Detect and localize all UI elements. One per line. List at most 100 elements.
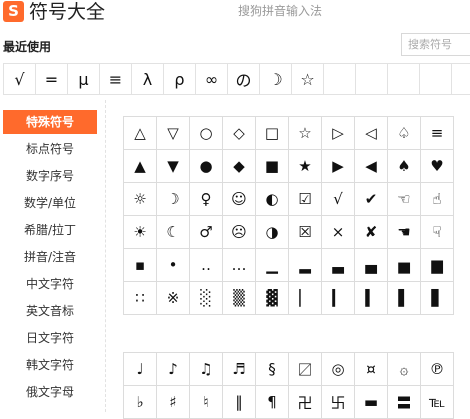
symbol-cell[interactable]: ☟: [421, 216, 454, 249]
symbol-cell[interactable]: ☾: [157, 216, 190, 249]
symbol-cell[interactable]: •: [157, 249, 190, 282]
sidebar-item[interactable]: 特殊符号: [3, 110, 97, 134]
symbol-cell[interactable]: ۞: [388, 353, 421, 386]
symbol-cell[interactable]: ▽: [157, 117, 190, 150]
symbol-cell[interactable]: ▏: [289, 282, 322, 315]
symbol-cell[interactable]: ▁: [256, 249, 289, 282]
symbol-cell[interactable]: §: [256, 353, 289, 386]
recent-symbol-cell[interactable]: λ: [132, 64, 164, 94]
symbol-cell[interactable]: ▂: [289, 249, 322, 282]
symbol-cell[interactable]: ♂: [190, 216, 223, 249]
symbol-cell[interactable]: ☼: [124, 183, 157, 216]
symbol-cell[interactable]: 卍: [289, 386, 322, 419]
symbol-cell[interactable]: ♀: [190, 183, 223, 216]
recent-symbol-cell[interactable]: √: [4, 64, 36, 94]
sidebar-item[interactable]: 拼音/注音: [3, 245, 97, 269]
symbol-cell[interactable]: ♯: [157, 386, 190, 419]
symbol-cell[interactable]: ‖: [223, 386, 256, 419]
symbol-cell[interactable]: ✔: [355, 183, 388, 216]
symbol-cell[interactable]: 〼: [289, 353, 322, 386]
sidebar-item[interactable]: 数学/单位: [3, 191, 97, 215]
symbol-cell[interactable]: ☺: [223, 183, 256, 216]
symbol-cell[interactable]: ♮: [190, 386, 223, 419]
recent-symbol-cell[interactable]: ☽: [260, 64, 292, 94]
recent-symbol-cell[interactable]: ≡: [100, 64, 132, 94]
symbol-cell[interactable]: ▒: [223, 282, 256, 315]
symbol-cell[interactable]: ☚: [388, 216, 421, 249]
symbol-cell[interactable]: ♫: [190, 353, 223, 386]
symbol-cell[interactable]: ◁: [355, 117, 388, 150]
sidebar-item[interactable]: 希腊/拉丁: [3, 218, 97, 242]
symbol-cell[interactable]: 卐: [322, 386, 355, 419]
symbol-cell[interactable]: ◀: [355, 150, 388, 183]
symbol-cell[interactable]: ♥: [421, 150, 454, 183]
symbol-cell[interactable]: ‥: [190, 249, 223, 282]
symbol-cell[interactable]: △: [124, 117, 157, 150]
recent-symbol-cell[interactable]: [324, 64, 356, 94]
recent-symbol-cell[interactable]: [452, 64, 470, 94]
symbol-cell[interactable]: ☑: [289, 183, 322, 216]
symbol-cell[interactable]: ●: [190, 150, 223, 183]
symbol-cell[interactable]: ☆: [289, 117, 322, 150]
recent-symbol-cell[interactable]: ∞: [196, 64, 228, 94]
symbol-cell[interactable]: ≡: [421, 117, 454, 150]
recent-symbol-cell[interactable]: ☆: [292, 64, 324, 94]
symbol-cell[interactable]: ♬: [223, 353, 256, 386]
symbol-cell[interactable]: ■: [256, 150, 289, 183]
sidebar-item[interactable]: 数字序号: [3, 164, 97, 188]
symbol-cell[interactable]: ▬: [355, 386, 388, 419]
symbol-cell[interactable]: ♤: [388, 117, 421, 150]
symbol-cell[interactable]: …: [223, 249, 256, 282]
symbol-cell[interactable]: ▅: [388, 249, 421, 282]
symbol-cell[interactable]: ¤: [355, 353, 388, 386]
symbol-cell[interactable]: ▄: [355, 249, 388, 282]
symbol-cell[interactable]: ※: [157, 282, 190, 315]
symbol-cell[interactable]: ☽: [157, 183, 190, 216]
symbol-cell[interactable]: ▆: [421, 249, 454, 282]
symbol-cell[interactable]: ▪: [124, 249, 157, 282]
symbol-cell[interactable]: ◎: [322, 353, 355, 386]
recent-symbol-cell[interactable]: [420, 64, 452, 94]
recent-symbol-cell[interactable]: μ: [68, 64, 100, 94]
sidebar-item[interactable]: 中文字符: [3, 272, 97, 296]
recent-symbol-cell[interactable]: ρ: [164, 64, 196, 94]
symbol-cell[interactable]: ☀: [124, 216, 157, 249]
symbol-cell[interactable]: ░: [190, 282, 223, 315]
symbol-cell[interactable]: ▌: [388, 282, 421, 315]
symbol-cell[interactable]: ▃: [322, 249, 355, 282]
recent-symbol-cell[interactable]: [356, 64, 388, 94]
symbol-cell[interactable]: ✘: [355, 216, 388, 249]
search-input[interactable]: [401, 33, 470, 56]
symbol-cell[interactable]: ◑: [256, 216, 289, 249]
symbol-cell[interactable]: ▲: [124, 150, 157, 183]
symbol-cell[interactable]: ▓: [256, 282, 289, 315]
symbol-cell[interactable]: ☝: [421, 183, 454, 216]
symbol-cell[interactable]: ◆: [223, 150, 256, 183]
recent-symbol-cell[interactable]: =: [36, 64, 68, 94]
symbol-cell[interactable]: ◇: [223, 117, 256, 150]
symbol-cell[interactable]: ☹: [223, 216, 256, 249]
symbol-cell[interactable]: ▎: [322, 282, 355, 315]
symbol-cell[interactable]: ★: [289, 150, 322, 183]
symbol-cell[interactable]: 〓: [388, 386, 421, 419]
symbol-cell[interactable]: ∷: [124, 282, 157, 315]
symbol-cell[interactable]: ♪: [157, 353, 190, 386]
symbol-cell[interactable]: ♠: [388, 150, 421, 183]
symbol-cell[interactable]: ○: [190, 117, 223, 150]
symbol-cell[interactable]: ◐: [256, 183, 289, 216]
symbol-cell[interactable]: ▶: [322, 150, 355, 183]
symbol-cell[interactable]: ▷: [322, 117, 355, 150]
symbol-cell[interactable]: ▼: [157, 150, 190, 183]
symbol-cell[interactable]: ℗: [421, 353, 454, 386]
symbol-cell[interactable]: ×: [322, 216, 355, 249]
symbol-cell[interactable]: ℡: [421, 386, 454, 419]
sidebar-item[interactable]: 韩文字符: [3, 353, 97, 377]
sidebar-item[interactable]: 日文字符: [3, 326, 97, 350]
symbol-cell[interactable]: ☜: [388, 183, 421, 216]
sidebar-item[interactable]: 标点符号: [3, 137, 97, 161]
recent-symbol-cell[interactable]: の: [228, 64, 260, 94]
symbol-cell[interactable]: ▋: [421, 282, 454, 315]
symbol-cell[interactable]: □: [256, 117, 289, 150]
sidebar-item[interactable]: 俄文字母: [3, 380, 97, 404]
symbol-cell[interactable]: ☒: [289, 216, 322, 249]
